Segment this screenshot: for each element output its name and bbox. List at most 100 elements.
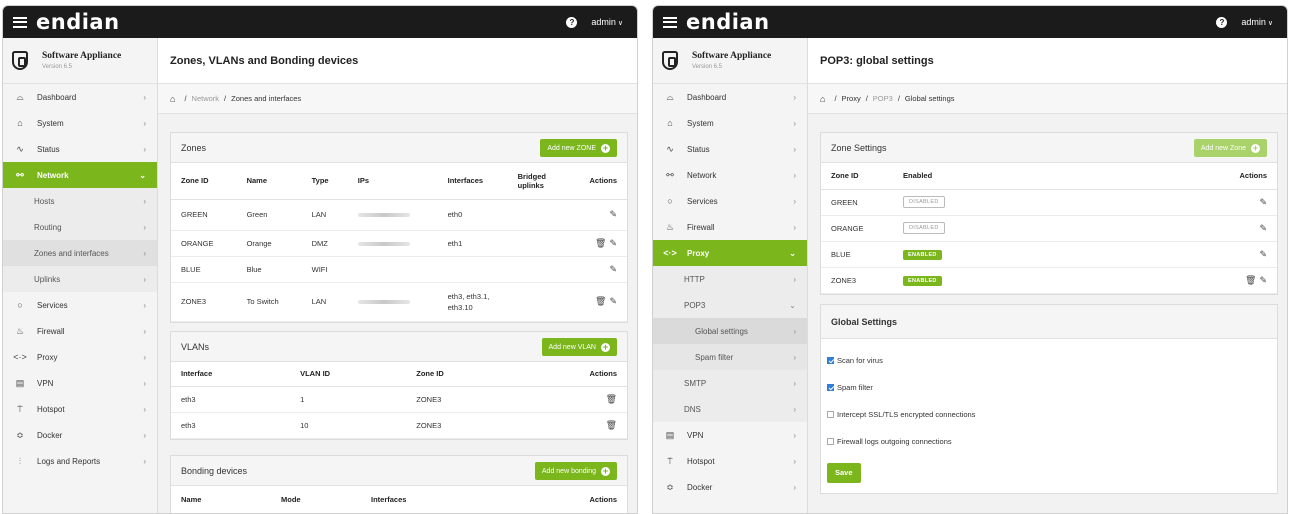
trash-icon[interactable]: 🗑	[606, 394, 617, 404]
chevron-down-icon: ⌄	[139, 170, 146, 180]
help-icon[interactable]: ?	[1216, 16, 1228, 28]
main-content: Zones, VLANs and Bonding devices ⌂ / Net…	[158, 38, 637, 513]
zone-name-cell: Blue	[236, 256, 302, 283]
sidebar-item-vpn[interactable]: ▤ VPN ›	[653, 422, 807, 448]
sidebar-item-system[interactable]: ⌂ System ›	[653, 110, 807, 136]
endian-logo: endian	[686, 10, 770, 34]
actions-cell: 🗑 ✎	[567, 230, 627, 257]
sidebar-item-hosts[interactable]: Hosts ›	[3, 188, 157, 214]
sidebar-item-firewall[interactable]: ♨ Firewall ›	[3, 318, 157, 344]
firewall-logs-option[interactable]: Firewall logs outgoing connections	[827, 428, 1271, 455]
breadcrumb-network[interactable]: Network	[192, 94, 220, 103]
sidebar-item-pop3[interactable]: POP3 ⌄	[653, 292, 807, 318]
chevron-right-icon: ›	[143, 196, 146, 206]
add-bonding-button[interactable]: Add new bonding +	[534, 462, 617, 480]
intercept-ssl-checkbox[interactable]	[827, 411, 834, 418]
zone-id-cell: ORANGE	[171, 230, 237, 257]
spam-filter-option[interactable]: Spam filter	[827, 374, 1271, 401]
sidebar-item-global-settings[interactable]: Global settings ›	[653, 318, 807, 344]
sidebar-item-services[interactable]: ○ Services ›	[653, 188, 807, 214]
sidebar-item-status[interactable]: ∿ Status ›	[653, 136, 807, 162]
sidebar-item-docker[interactable]: ≎ Docker ›	[653, 474, 807, 500]
save-button[interactable]: Save	[827, 463, 861, 483]
spam-filter-checkbox[interactable]	[827, 384, 834, 391]
sidebar-item-logs-and-reports[interactable]: ⫶ Logs and Reports ›	[3, 448, 157, 474]
chevron-right-icon: ›	[143, 92, 146, 102]
sidebar-item-proxy[interactable]: <·> Proxy ›	[3, 344, 157, 370]
sidebar-item-smtp[interactable]: SMTP ›	[653, 370, 807, 396]
sidebar-item-system[interactable]: ⌂ System ›	[3, 110, 157, 136]
sidebar-item-uplinks[interactable]: Uplinks ›	[3, 266, 157, 292]
intercept-ssl-option[interactable]: Intercept SSL/TLS encrypted connections	[827, 401, 1271, 428]
sidebar-item-http[interactable]: HTTP ›	[653, 266, 807, 292]
home-icon[interactable]: ⌂	[820, 94, 825, 104]
sidebar-item-vpn[interactable]: ▤ VPN ›	[3, 370, 157, 396]
global-settings-form: Scan for virus Spam filter Intercept SSL…	[821, 339, 1277, 493]
add-vlan-button[interactable]: Add new VLAN +	[541, 338, 617, 356]
trash-icon[interactable]: 🗑	[595, 296, 606, 306]
zone-id-cell: GREEN	[171, 199, 237, 231]
docker-icon: ≎	[16, 429, 24, 440]
logs-icon: ⫶	[18, 455, 22, 466]
chevron-right-icon: ›	[793, 352, 796, 362]
sidebar-item-dns[interactable]: DNS ›	[653, 396, 807, 422]
edit-icon[interactable]: ✎	[609, 296, 617, 306]
add-zone-button[interactable]: Add new ZONE +	[540, 139, 617, 157]
actions-cell: ✎	[567, 199, 627, 231]
edit-icon[interactable]: ✎	[1259, 223, 1267, 233]
edit-icon[interactable]: ✎	[609, 209, 617, 219]
add-zone-button[interactable]: Add new Zone +	[1193, 139, 1267, 157]
sidebar-item-status[interactable]: ∿ Status ›	[3, 136, 157, 162]
edit-icon[interactable]: ✎	[1259, 197, 1267, 207]
column-header: Bridged uplinks	[507, 163, 568, 200]
sidebar-item-firewall[interactable]: ♨ Firewall ›	[653, 214, 807, 240]
sidebar-item-label: Hosts	[34, 196, 55, 206]
sidebar-item-routing[interactable]: Routing ›	[3, 214, 157, 240]
breadcrumb-pop3[interactable]: POP3	[873, 94, 893, 103]
sidebar-item-services[interactable]: ○ Services ›	[3, 292, 157, 318]
trash-icon[interactable]: 🗑	[1245, 275, 1256, 285]
vlan-interface-cell: eth3	[171, 386, 291, 413]
plus-circle-icon: +	[601, 142, 610, 153]
sidebar-item-network[interactable]: ⚯ Network ›	[653, 162, 807, 188]
sidebar-item-hotspot[interactable]: ⍡ Hotspot ›	[3, 396, 157, 422]
zones-window: endian ? admin Software Appliance Versio…	[2, 5, 638, 514]
status-badge: ENABLED	[903, 275, 942, 286]
sidebar-item-dashboard[interactable]: ⌓ Dashboard ›	[3, 84, 157, 110]
help-icon[interactable]: ?	[566, 16, 578, 28]
sidebar-item-proxy[interactable]: <·> Proxy ⌄	[653, 240, 807, 266]
sidebar-item-docker[interactable]: ≎ Docker ›	[3, 422, 157, 448]
actions-cell: ✎	[567, 256, 627, 283]
sidebar-item-label: Status	[687, 144, 710, 154]
sidebar-item-label: Uplinks	[34, 274, 61, 284]
edit-icon[interactable]: ✎	[1259, 275, 1267, 285]
home-icon[interactable]: ⌂	[170, 94, 175, 104]
chevron-right-icon: ›	[793, 456, 796, 466]
sidebar-item-label: Services	[687, 196, 718, 206]
edit-icon[interactable]: ✎	[1259, 249, 1267, 259]
edit-icon[interactable]: ✎	[609, 264, 617, 274]
firewall-logs-checkbox[interactable]	[827, 438, 834, 445]
trash-icon[interactable]: 🗑	[606, 420, 617, 430]
zone-id-cell: GREEN	[821, 189, 893, 216]
zone-ips-cell	[347, 230, 438, 257]
scan-virus-option[interactable]: Scan for virus	[827, 347, 1271, 374]
edit-icon[interactable]: ✎	[609, 238, 617, 248]
add-bonding-label: Add new bonding	[541, 467, 596, 475]
column-header: IPs	[347, 163, 438, 200]
trash-icon[interactable]: 🗑	[595, 238, 606, 248]
user-menu[interactable]: admin	[1241, 17, 1273, 27]
menu-icon[interactable]	[663, 16, 677, 28]
chevron-right-icon: ›	[143, 378, 146, 388]
scan-virus-checkbox[interactable]	[827, 357, 834, 364]
sidebar-item-hotspot[interactable]: ⍡ Hotspot ›	[653, 448, 807, 474]
user-menu[interactable]: admin	[591, 17, 623, 27]
sidebar-item-label: Global settings	[695, 326, 748, 336]
docker-icon: ≎	[666, 481, 674, 492]
sidebar-item-zones-and-interfaces[interactable]: Zones and interfaces ›	[3, 240, 157, 266]
sidebar-item-spam-filter[interactable]: Spam filter ›	[653, 344, 807, 370]
sidebar-item-dashboard[interactable]: ⌓ Dashboard ›	[653, 84, 807, 110]
sidebar-item-network[interactable]: ⚯ Network ⌄	[3, 162, 157, 188]
breadcrumb-proxy[interactable]: Proxy	[842, 94, 861, 103]
menu-icon[interactable]	[13, 16, 27, 28]
